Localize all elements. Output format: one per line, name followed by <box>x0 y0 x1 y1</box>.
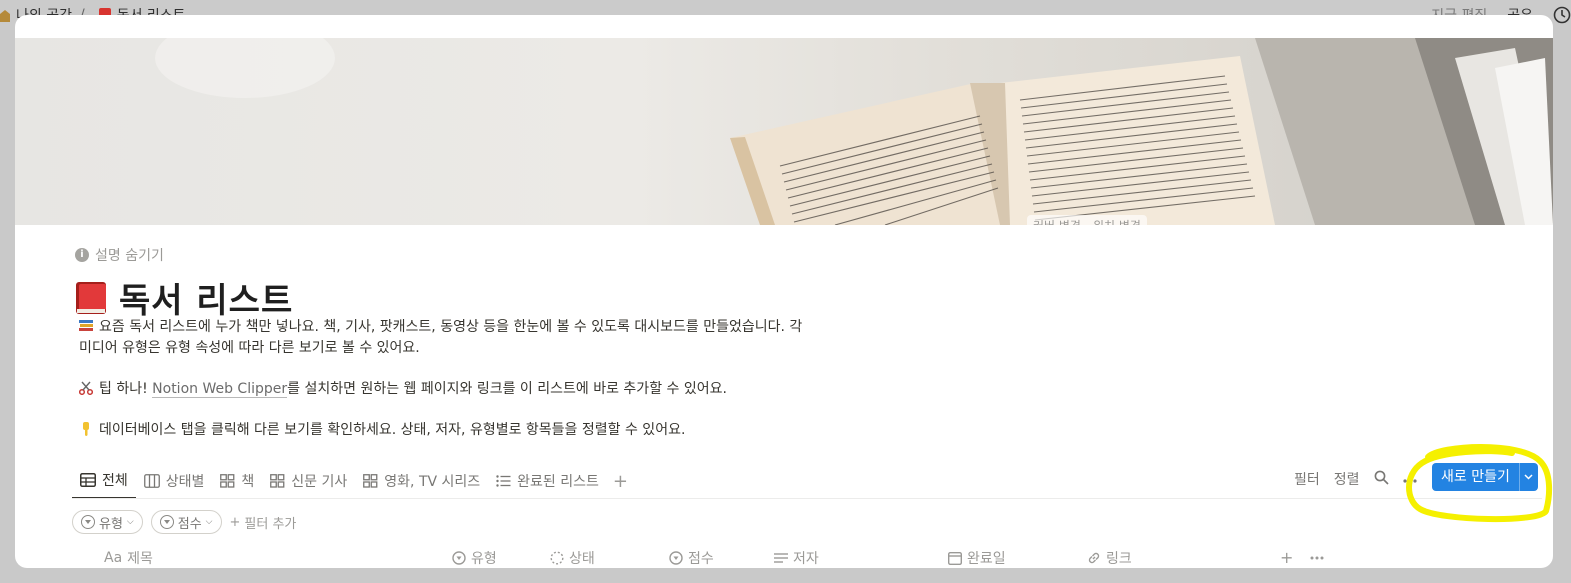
info-icon: i <box>75 248 89 262</box>
tab-label: 신문 기사 <box>291 474 348 490</box>
description-paragraph: 요즘 독서 리스트에 누가 책만 넣나요. 책, 기사, 팟캐스트, 동영상 등… <box>79 317 859 338</box>
tab-label: 상태별 <box>165 474 205 490</box>
database-view-tabs: 전체 상태별 책 신문 기사 영화, TV 시리즈 완료된 리스트 + <box>72 463 634 499</box>
filter-chip-label: 유형 <box>99 516 123 532</box>
tab-all[interactable]: 전체 <box>72 463 136 499</box>
tab-movies-tv[interactable]: 영화, TV 시리즈 <box>355 463 488 499</box>
sort-button[interactable]: 정렬 <box>1327 469 1367 489</box>
filter-bar: 유형 ⌵ 점수 ⌵ + 필터 추가 <box>72 510 296 534</box>
books-icon <box>79 320 93 331</box>
column-label: 저자 <box>793 551 819 567</box>
new-button[interactable]: 새로 만들기 <box>1432 463 1538 491</box>
page-header: 독서 리스트 <box>75 273 293 322</box>
select-icon <box>159 515 174 529</box>
add-view-plus-icon[interactable]: + <box>607 471 634 492</box>
tab-articles[interactable]: 신문 기사 <box>262 463 355 499</box>
search-icon[interactable] <box>1367 470 1396 489</box>
description-line-1: 요즘 독서 리스트에 누가 책만 넣나요. 책, 기사, 팟캐스트, 동영상 등… <box>99 319 803 335</box>
hint-paragraph: 데이터베이스 탭을 클릭해 다른 보기를 확인하세요. 상태, 저자, 유형별로… <box>79 420 859 441</box>
clock-icon[interactable] <box>1553 6 1571 24</box>
filter-chip-type[interactable]: 유형 ⌵ <box>72 510 143 534</box>
scissors-icon <box>79 381 93 395</box>
column-label: 완료일 <box>967 551 1006 567</box>
column-score[interactable]: 점수 <box>669 548 714 568</box>
chevron-down-icon[interactable] <box>1520 472 1538 483</box>
add-filter-button[interactable]: + 필터 추가 <box>230 513 297 532</box>
pointing-down-icon <box>83 422 89 436</box>
gallery-icon <box>220 474 235 488</box>
gallery-icon <box>363 474 378 488</box>
column-label: 링크 <box>1106 551 1132 567</box>
table-header: Aa 제목 유형 상태 점수 저자 완료일 링크 + <box>72 546 1532 568</box>
more-options-icon[interactable] <box>1310 548 1324 564</box>
filter-chip-label: 점수 <box>177 516 202 532</box>
column-type[interactable]: 유형 <box>452 548 497 568</box>
new-button-label[interactable]: 새로 만들기 <box>1432 463 1520 491</box>
board-icon <box>143 474 160 488</box>
link-icon <box>1088 552 1100 564</box>
chevron-down-icon: ⌵ <box>126 517 134 527</box>
tip-suffix: 를 설치하면 원하는 웹 페이지와 링크를 이 리스트에 바로 추가할 수 있어… <box>287 381 727 397</box>
table-icon <box>80 473 96 487</box>
red-book-icon[interactable] <box>75 281 107 315</box>
tab-label: 책 <box>241 474 255 490</box>
cover-image: 커버 변경 위치 변경 <box>15 38 1553 225</box>
tab-by-status[interactable]: 상태별 <box>136 463 213 499</box>
change-cover-button[interactable]: 커버 변경 <box>1027 215 1087 225</box>
text-lines-icon <box>774 553 788 563</box>
tabs-divider <box>72 498 1542 499</box>
plus-icon: + <box>229 514 241 530</box>
select-icon <box>81 515 95 529</box>
house-icon <box>0 10 10 22</box>
tab-label: 전체 <box>102 473 128 489</box>
column-label: 유형 <box>471 551 497 567</box>
gallery-icon <box>270 474 285 488</box>
tip-paragraph: 팁 하나! Notion Web Clipper를 설치하면 원하는 웹 페이지… <box>79 379 859 400</box>
cover-controls: 커버 변경 위치 변경 <box>1027 215 1147 225</box>
hint-text: 데이터베이스 탭을 클릭해 다른 보기를 확인하세요. 상태, 저자, 유형별로… <box>99 422 686 438</box>
list-icon <box>496 475 511 487</box>
view-actions: 필터 정렬 <box>1287 465 1424 493</box>
column-label: 제목 <box>127 551 153 567</box>
add-filter-label: 필터 추가 <box>244 516 297 532</box>
tab-label: 완료된 리스트 <box>517 474 599 490</box>
page-modal: 커버 변경 위치 변경 i 설명 숨기기 독서 리스트 요즘 독서 리스트에 누… <box>15 15 1553 568</box>
column-author[interactable]: 저자 <box>774 548 819 568</box>
column-link[interactable]: 링크 <box>1087 548 1132 568</box>
column-title[interactable]: Aa 제목 <box>104 548 153 568</box>
column-completed-date[interactable]: 완료일 <box>948 548 1006 568</box>
tip-prefix: 팁 하나! <box>99 381 153 397</box>
tab-completed[interactable]: 완료된 리스트 <box>488 463 607 499</box>
select-icon <box>452 551 466 565</box>
hide-description-toggle[interactable]: i 설명 숨기기 <box>75 245 164 265</box>
chevron-down-icon: ⌵ <box>205 517 213 527</box>
description-line-2: 미디어 유형은 유형 속성에 따라 다른 보기로 볼 수 있어요. <box>79 340 420 356</box>
tab-label: 영화, TV 시리즈 <box>384 474 481 490</box>
page-title[interactable]: 독서 리스트 <box>119 273 293 322</box>
filter-button[interactable]: 필터 <box>1287 469 1327 489</box>
reposition-button[interactable]: 위치 변경 <box>1087 215 1147 225</box>
status-icon <box>550 551 564 565</box>
column-label: 상태 <box>569 551 595 567</box>
hide-description-label: 설명 숨기기 <box>95 248 164 264</box>
add-column-plus-icon[interactable]: + <box>1280 548 1293 567</box>
more-options-icon[interactable] <box>1396 471 1424 487</box>
filter-chip-score[interactable]: 점수 ⌵ <box>150 510 222 534</box>
select-icon <box>669 551 683 565</box>
cover-illustration <box>155 38 1553 225</box>
column-status[interactable]: 상태 <box>550 548 595 568</box>
text-type-icon: Aa <box>104 550 123 566</box>
page-description: 요즘 독서 리스트에 누가 책만 넣나요. 책, 기사, 팟캐스트, 동영상 등… <box>79 317 859 441</box>
column-label: 점수 <box>688 551 714 567</box>
calendar-icon <box>948 552 962 565</box>
web-clipper-link[interactable]: Notion Web Clipper <box>152 381 288 398</box>
tab-books[interactable]: 책 <box>212 463 262 499</box>
